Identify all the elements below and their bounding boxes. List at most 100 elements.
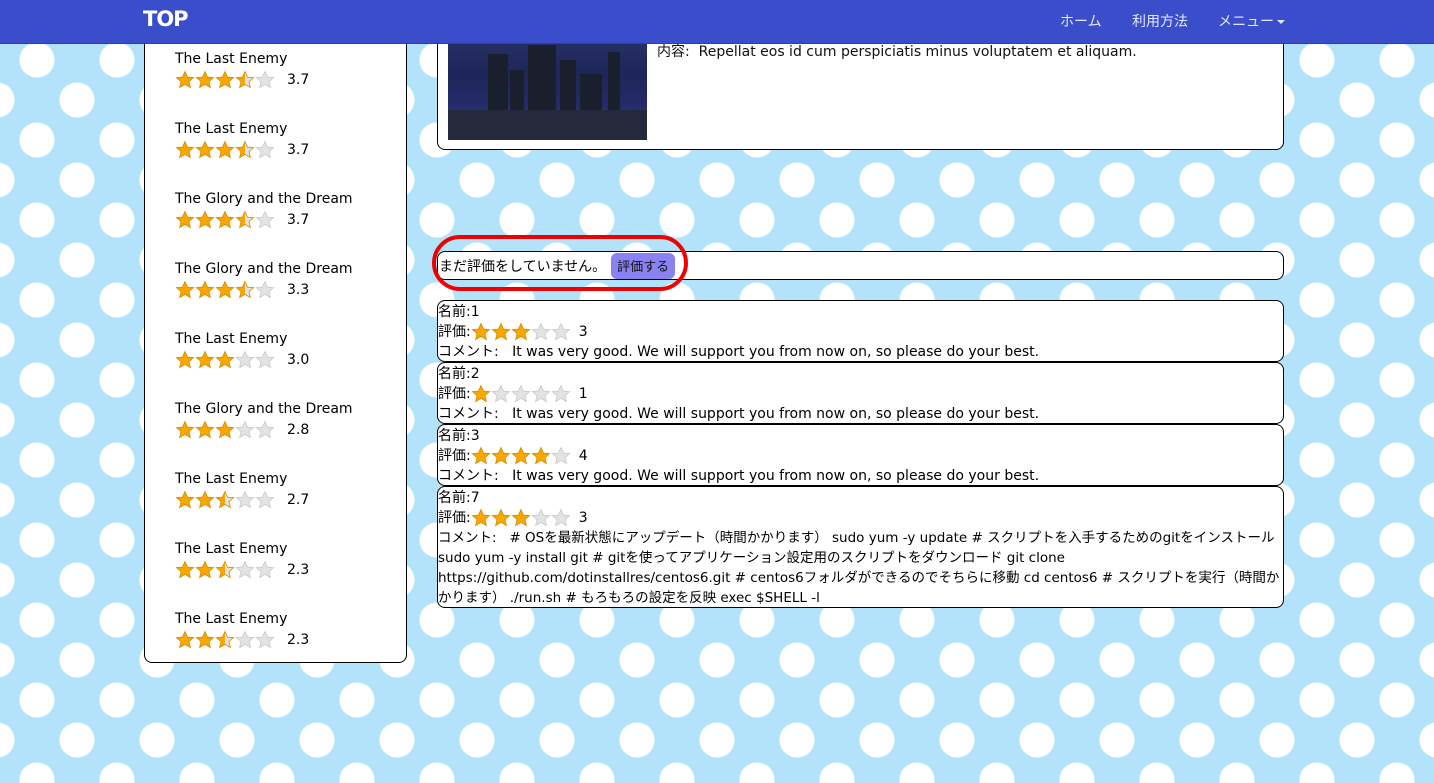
star-filled-icon bbox=[195, 420, 215, 439]
star-empty-icon bbox=[235, 420, 255, 439]
nav-menu-dropdown[interactable]: メニュー bbox=[1218, 11, 1285, 31]
star-rating bbox=[471, 446, 571, 466]
star-empty-icon bbox=[255, 70, 275, 89]
ranking-item[interactable]: The Last Enemy 3.0 bbox=[175, 330, 309, 370]
review-rating-label: 評価: bbox=[438, 324, 471, 340]
star-empty-icon bbox=[235, 560, 255, 579]
star-empty-icon bbox=[551, 508, 571, 527]
star-filled-icon bbox=[195, 350, 215, 369]
ranking-item-title[interactable]: The Last Enemy bbox=[175, 330, 309, 348]
star-rating bbox=[175, 630, 275, 650]
caret-down-icon bbox=[1277, 20, 1285, 24]
review-rating-label: 評価: bbox=[438, 386, 471, 402]
evaluation-status-text: まだ評価をしていません。 bbox=[439, 258, 607, 275]
star-half-icon bbox=[215, 560, 235, 579]
nav-home-link[interactable]: ホーム bbox=[1060, 11, 1102, 31]
star-filled-icon bbox=[175, 630, 195, 649]
ranking-item-score: 2.3 bbox=[287, 632, 310, 648]
ranking-item-title[interactable]: The Last Enemy bbox=[175, 50, 309, 68]
star-rating bbox=[175, 70, 275, 90]
star-rating bbox=[175, 490, 275, 510]
review-score: 4 bbox=[578, 448, 588, 464]
star-filled-icon bbox=[175, 70, 195, 89]
star-rating bbox=[175, 140, 275, 160]
review-comment-label: コメント: bbox=[438, 406, 499, 422]
star-half-icon bbox=[215, 490, 235, 509]
star-filled-icon bbox=[511, 508, 531, 527]
review-rating-label: 評価: bbox=[438, 448, 471, 464]
star-filled-icon bbox=[491, 508, 511, 527]
ranking-item-score: 2.7 bbox=[287, 492, 310, 508]
evaluate-button[interactable]: 評価する bbox=[611, 252, 676, 279]
star-rating bbox=[471, 384, 571, 404]
star-filled-icon bbox=[175, 490, 195, 509]
ranking-item-rating: 3.7 bbox=[175, 70, 309, 90]
top-navbar: TOP ホーム 利用方法 メニュー bbox=[0, 0, 1434, 44]
star-empty-icon bbox=[235, 490, 255, 509]
star-half-icon bbox=[215, 630, 235, 649]
ranking-item[interactable]: The Last Enemy 2.3 bbox=[175, 540, 309, 580]
star-half-icon bbox=[235, 140, 255, 159]
brand-link[interactable]: TOP bbox=[143, 7, 189, 31]
review-comment-text: It was very good. We will support you fr… bbox=[512, 406, 1040, 422]
star-empty-icon bbox=[235, 630, 255, 649]
star-rating bbox=[175, 420, 275, 440]
ranking-item[interactable]: The Glory and the Dream 2.8 bbox=[175, 400, 353, 440]
content-text: Repellat eos id cum perspiciatis minus v… bbox=[698, 44, 1137, 60]
ranking-item-title[interactable]: The Last Enemy bbox=[175, 610, 309, 628]
ranking-item[interactable]: The Glory and the Dream 3.7 bbox=[175, 190, 353, 230]
ranking-item[interactable]: The Last Enemy 3.7 bbox=[175, 120, 309, 160]
star-empty-icon bbox=[255, 490, 275, 509]
ranking-item-title[interactable]: The Glory and the Dream bbox=[175, 400, 353, 418]
ranking-item[interactable]: The Last Enemy 2.7 bbox=[175, 470, 309, 510]
review-name-label: 名前: bbox=[438, 304, 471, 320]
star-empty-icon bbox=[511, 384, 531, 403]
ranking-item-rating: 3.3 bbox=[175, 280, 353, 300]
star-filled-icon bbox=[215, 420, 235, 439]
ranking-item-title[interactable]: The Last Enemy bbox=[175, 470, 309, 488]
star-filled-icon bbox=[215, 70, 235, 89]
review-card: 名前: 1 評価: 3 コメント: It was very good. We wil… bbox=[437, 300, 1284, 362]
star-filled-icon bbox=[491, 446, 511, 465]
review-card: 名前: 2 評価: 1 コメント: It was very good. We wil… bbox=[437, 362, 1284, 424]
star-rating bbox=[175, 280, 275, 300]
review-comment-text: It was very good. We will support you fr… bbox=[512, 468, 1040, 484]
nav-menu-label: メニュー bbox=[1218, 14, 1274, 30]
review-comment-text: It was very good. We will support you fr… bbox=[512, 344, 1040, 360]
star-filled-icon bbox=[471, 384, 491, 403]
review-comment: コメント: It was very good. We will support … bbox=[438, 404, 1283, 424]
ranking-item-title[interactable]: The Last Enemy bbox=[175, 120, 309, 138]
star-half-icon bbox=[235, 70, 255, 89]
star-filled-icon bbox=[511, 446, 531, 465]
star-rating bbox=[175, 210, 275, 230]
star-filled-icon bbox=[471, 446, 491, 465]
review-comment-label: コメント: bbox=[438, 530, 497, 546]
detail-panel: 内容: Repellat eos id cum perspiciatis min… bbox=[437, 30, 1284, 150]
star-empty-icon bbox=[255, 630, 275, 649]
review-rating-line: 評価: 3 bbox=[438, 508, 1283, 528]
review-score: 3 bbox=[578, 324, 588, 340]
ranking-item-score: 3.7 bbox=[287, 212, 310, 228]
review-card: 名前: 7 評価: 3 コメント: # OSを最新状態にアップデート（時間かかります… bbox=[437, 486, 1284, 608]
nav-usage-link[interactable]: 利用方法 bbox=[1132, 11, 1188, 31]
review-name: 1 bbox=[470, 304, 480, 320]
star-filled-icon bbox=[195, 560, 215, 579]
ranking-item[interactable]: The Last Enemy 3.7 bbox=[175, 50, 309, 90]
ranking-item-title[interactable]: The Glory and the Dream bbox=[175, 260, 353, 278]
ranking-item-score: 3.7 bbox=[287, 142, 310, 158]
star-filled-icon bbox=[175, 560, 195, 579]
star-empty-icon bbox=[255, 280, 275, 299]
star-filled-icon bbox=[195, 490, 215, 509]
ranking-item-rating: 3.7 bbox=[175, 210, 353, 230]
ranking-item[interactable]: The Last Enemy 2.3 bbox=[175, 610, 309, 650]
review-comment: コメント: It was very good. We will support … bbox=[438, 342, 1283, 362]
review-rating-line: 評価: 4 bbox=[438, 446, 1283, 466]
review-card: 名前: 3 評価: 4 コメント: It was very good. We wil… bbox=[437, 424, 1284, 486]
ranking-item-title[interactable]: The Glory and the Dream bbox=[175, 190, 353, 208]
ranking-item-title[interactable]: The Last Enemy bbox=[175, 540, 309, 558]
ranking-item-rating: 3.0 bbox=[175, 350, 309, 370]
star-filled-icon bbox=[175, 210, 195, 229]
review-name-label: 名前: bbox=[438, 428, 471, 444]
star-filled-icon bbox=[175, 280, 195, 299]
ranking-item[interactable]: The Glory and the Dream 3.3 bbox=[175, 260, 353, 300]
